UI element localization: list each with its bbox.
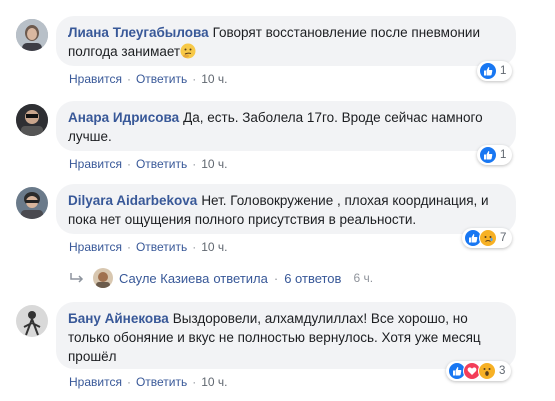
avatar[interactable] (16, 305, 48, 337)
separator-dot: · (192, 157, 197, 171)
separator-dot: · (126, 240, 131, 254)
reactions-badge[interactable]: 7 (462, 228, 513, 248)
separator-dot: · (192, 72, 197, 86)
like-icon (479, 146, 497, 164)
reaction-count: 1 (500, 149, 507, 161)
like-link[interactable]: Нравится (69, 157, 122, 171)
reaction-count: 1 (500, 65, 507, 77)
like-link[interactable]: Нравится (69, 72, 122, 86)
comment-time[interactable]: 10 ч. (201, 240, 227, 254)
reaction-count: 3 (499, 365, 506, 377)
reply-count[interactable]: 6 ответов (284, 271, 341, 286)
reply-link[interactable]: Ответить (136, 240, 187, 254)
like-icon (479, 62, 497, 80)
reply-author[interactable]: Сауле Казиева (119, 271, 209, 286)
comment-author[interactable]: Бану Айнекова (68, 311, 169, 326)
comment-time[interactable]: 10 ч. (201, 157, 227, 171)
separator-dot: · (126, 375, 131, 389)
reactions-badge[interactable]: 3 (446, 361, 512, 381)
avatar-photo-icon (16, 305, 48, 337)
view-replies-link[interactable]: Сауле Казиева ответила · 6 ответов 6 ч. (69, 268, 373, 288)
avatar-photo-icon (16, 19, 48, 51)
comment-author[interactable]: Лиана Тлеугабылова (68, 25, 209, 40)
reply-link[interactable]: Ответить (136, 157, 187, 171)
reaction-count: 7 (500, 232, 507, 244)
avatar-photo-icon (93, 268, 113, 288)
sad-icon (479, 229, 497, 247)
comment-bubble: Dilyara Aidarbekova Нет. Головокружение ,… (56, 184, 516, 234)
comment-actions: Нравится · Ответить · 10 ч. (69, 240, 228, 254)
like-link[interactable]: Нравится (69, 240, 122, 254)
reply-arrow-icon (69, 271, 85, 285)
separator-dot: · (192, 240, 197, 254)
comment-time[interactable]: 10 ч. (201, 375, 227, 389)
comment-bubble: Лиана Тлеугабылова Говорят восстановление… (56, 16, 516, 66)
avatar-photo-icon (16, 187, 48, 219)
separator-dot: · (192, 375, 197, 389)
avatar[interactable] (16, 19, 48, 51)
reply-link[interactable]: Ответить (136, 72, 187, 86)
reactions-badge[interactable]: 1 (477, 61, 513, 81)
avatar-photo-icon (16, 104, 48, 136)
like-link[interactable]: Нравится (69, 375, 122, 389)
reply-action: ответила (213, 270, 268, 286)
wow-icon (478, 362, 496, 380)
comment-author[interactable]: Анара Идрисова (68, 110, 179, 125)
thinking-face-icon (180, 43, 196, 59)
comment-time[interactable]: 10 ч. (201, 72, 227, 86)
separator-dot: · (273, 270, 279, 286)
comment-bubble: Анара Идрисова Да, есть. Заболела 17го. В… (56, 101, 516, 151)
reactions-badge[interactable]: 1 (477, 145, 513, 165)
comment-actions: Нравится · Ответить · 10 ч. (69, 72, 228, 86)
reply-time: 6 ч. (353, 271, 374, 285)
separator-dot: · (126, 157, 131, 171)
comment-bubble: Бану Айнекова Выздоровели, алхамдулиллах!… (56, 302, 516, 369)
reply-link[interactable]: Ответить (136, 375, 187, 389)
comment-actions: Нравится · Ответить · 10 ч. (69, 375, 228, 389)
comment-author[interactable]: Dilyara Aidarbekova (68, 193, 197, 208)
avatar[interactable] (93, 268, 113, 288)
avatar[interactable] (16, 187, 48, 219)
comment-actions: Нравится · Ответить · 10 ч. (69, 157, 228, 171)
separator-dot: · (126, 72, 131, 86)
avatar[interactable] (16, 104, 48, 136)
